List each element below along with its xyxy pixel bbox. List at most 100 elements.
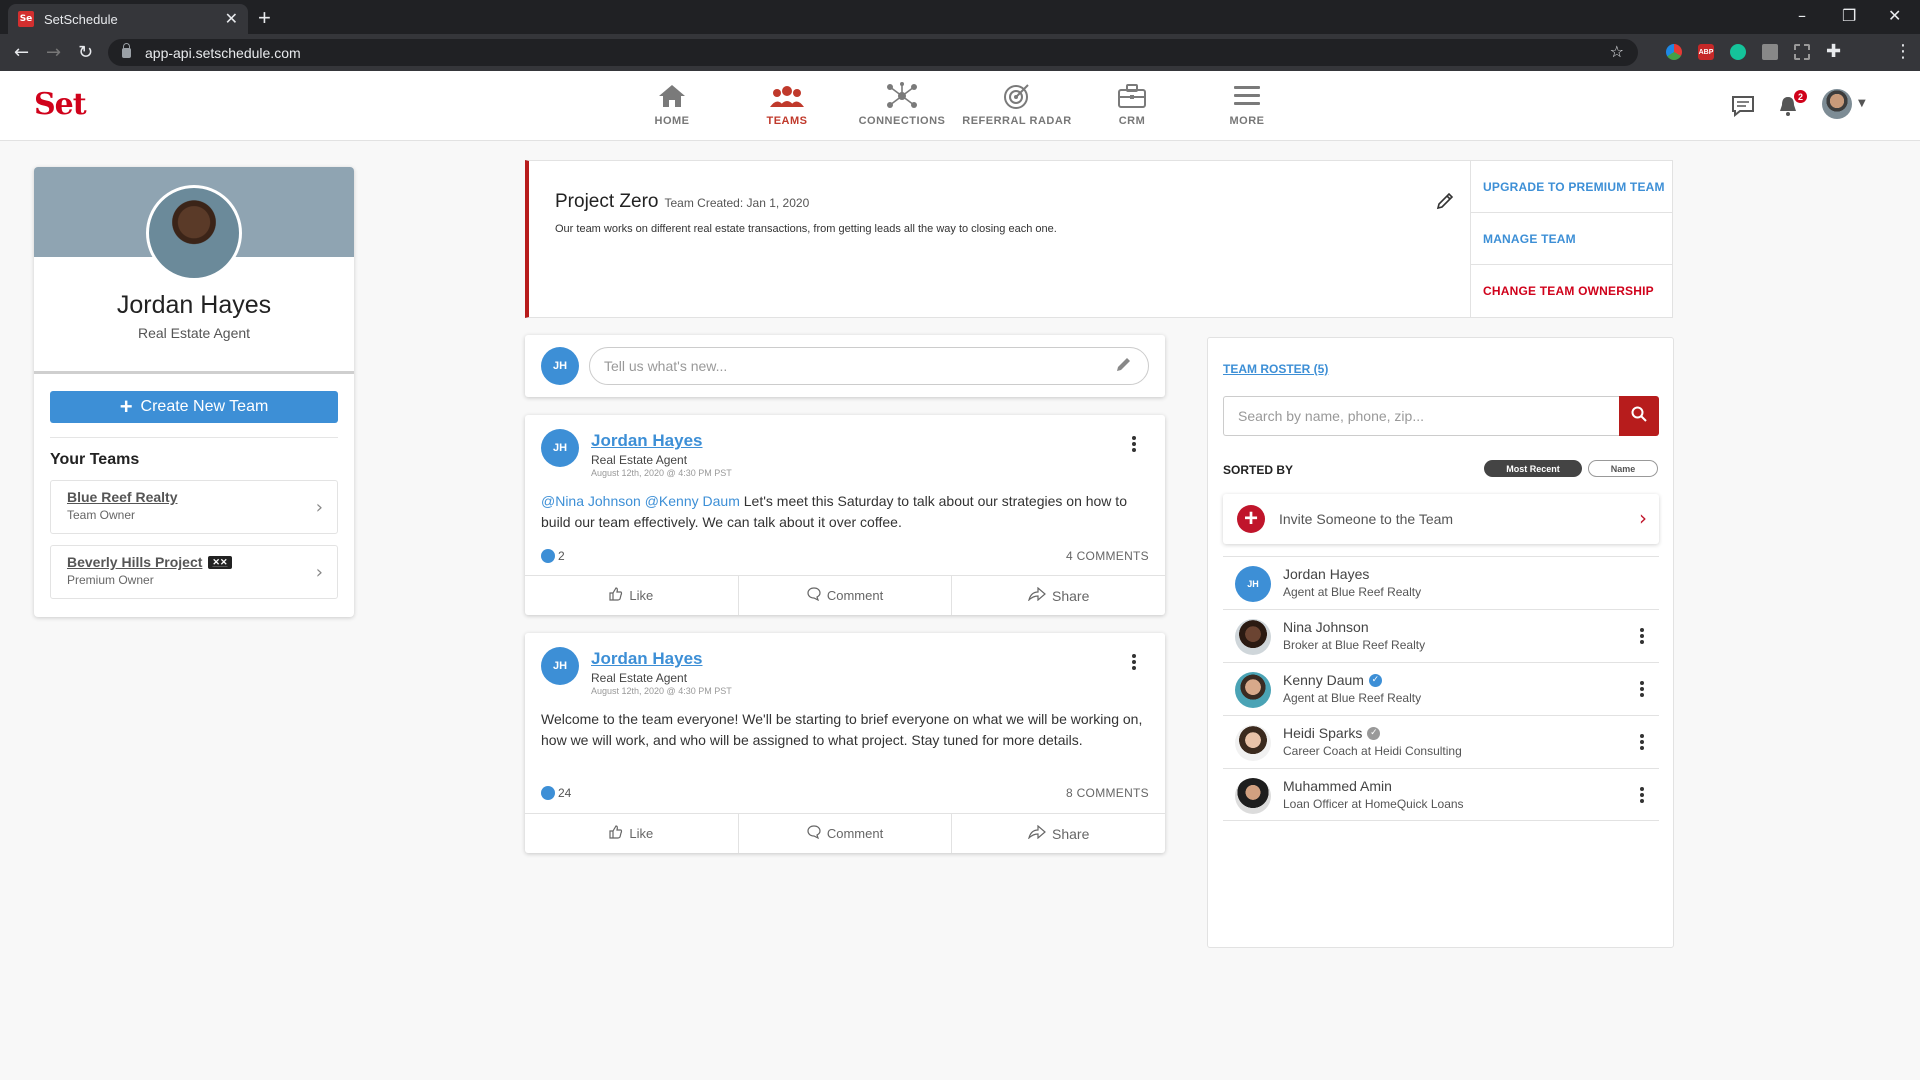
create-new-team-button[interactable]: + Create New Team [50,391,338,423]
team-roster-panel: TEAM ROSTER (5) Search by name, phone, z… [1207,337,1674,948]
extension-generic-icon[interactable] [1762,44,1778,60]
close-tab-icon[interactable]: ✕ [225,9,238,29]
invite-label: Invite Someone to the Team [1279,511,1454,527]
member-name: Kenny Daum [1283,672,1364,688]
extension-chrome-icon[interactable] [1666,44,1682,60]
sort-name-button[interactable]: Name [1588,460,1658,477]
restore-icon[interactable]: ❐ [1842,6,1856,25]
member-subtitle: Agent at Blue Reef Realty [1283,691,1422,705]
like-count-value: 2 [558,549,565,563]
post-composer: JH Tell us what's new... [525,335,1165,397]
team-created-date: Team Created: Jan 1, 2020 [664,196,810,210]
team-item-beverly-hills[interactable]: Beverly Hills Project ✕✕ Premium Owner › [50,545,338,599]
share-arrow-icon [1027,824,1046,842]
sorted-by-label: SORTED BY [1223,463,1294,477]
upgrade-premium-team-link[interactable]: UPGRADE TO PREMIUM TEAM [1471,161,1672,213]
post-author-link[interactable]: Jordan Hayes [591,649,703,669]
roster-member[interactable]: Heidi Sparks ✓ Career Coach at Heidi Cons… [1223,715,1659,768]
nav-teams[interactable]: TEAMS [732,81,842,127]
profile-role: Real Estate Agent [137,325,251,341]
sort-most-recent-button[interactable]: Most Recent [1484,460,1582,477]
browser-menu-icon[interactable]: ⋮ [1894,41,1912,62]
mention-link[interactable]: @Nina Johnson [541,493,641,509]
post-options-icon[interactable] [1131,435,1137,458]
team-roster-title[interactable]: TEAM ROSTER (5) [1223,362,1328,376]
like-button[interactable]: Like [525,576,739,615]
reload-icon[interactable]: ↻ [78,42,93,63]
composer-avatar: JH [541,347,579,385]
user-avatar[interactable] [1822,89,1852,119]
roster-search-button[interactable] [1619,396,1659,436]
like-count[interactable]: 2 [541,549,565,563]
divider [50,437,338,438]
back-icon[interactable]: ← [14,42,29,63]
profile-divider [34,371,354,374]
comment-label: Comment [826,826,884,841]
nav-connections[interactable]: CONNECTIONS [847,81,957,127]
nav-more[interactable]: MORE [1192,81,1302,127]
edit-pencil-icon[interactable] [1435,191,1455,216]
plus-icon: + [119,394,133,419]
minimize-icon[interactable]: – [1798,6,1806,25]
comment-button[interactable]: Comment [739,576,953,615]
comment-button[interactable]: Comment [739,814,953,853]
comment-count-link[interactable]: 8 COMMENTS [1066,786,1149,800]
omnibox[interactable]: app-api.setschedule.com ☆ [108,39,1638,66]
messages-icon[interactable] [1731,95,1755,122]
nav-referral-radar[interactable]: REFERRAL RADAR [962,81,1072,127]
roster-member[interactable]: JH Jordan Hayes Agent at Blue Reef Realt… [1223,556,1659,609]
nav-home-label: HOME [654,115,690,127]
mention-link[interactable]: @Kenny Daum [645,493,740,509]
setschedule-logo[interactable]: Set [34,87,87,122]
post-input[interactable]: Tell us what's new... [589,347,1149,385]
member-options-icon[interactable] [1639,680,1645,703]
team-item-blue-reef[interactable]: Blue Reef Realty Team Owner › [50,480,338,534]
forward-icon[interactable]: → [46,42,61,63]
post-avatar: JH [541,429,579,467]
browser-tab[interactable]: Se SetSchedule ✕ [8,4,248,34]
chevron-right-icon: › [315,497,323,518]
member-options-icon[interactable] [1639,733,1645,756]
chevron-down-icon[interactable]: ▼ [1858,98,1866,109]
team-name: Beverly Hills Project [67,554,203,570]
change-team-ownership-link[interactable]: CHANGE TEAM OWNERSHIP [1471,265,1672,317]
like-button[interactable]: Like [525,814,739,853]
post-options-icon[interactable] [1131,653,1137,676]
share-button[interactable]: Share [952,576,1165,615]
nav-connections-label: CONNECTIONS [858,115,946,127]
comment-bubble-icon [807,825,821,842]
plus-circle-icon: + [1237,505,1265,533]
verified-badge-icon: ✓ [1368,673,1382,687]
share-label: Share [1052,825,1090,842]
thumbs-up-icon [609,825,623,842]
roster-member[interactable]: Muhammed Amin Loan Officer at HomeQuick … [1223,768,1659,821]
member-options-icon[interactable] [1639,786,1645,809]
comment-count-link[interactable]: 4 COMMENTS [1066,549,1149,563]
post-author-link[interactable]: Jordan Hayes [591,431,703,451]
nav-crm[interactable]: CRM [1077,81,1187,127]
post-card: JH Jordan Hayes Real Estate Agent August… [525,633,1165,853]
like-count[interactable]: 24 [541,786,571,800]
extension-adblock-icon[interactable]: ABP [1698,44,1714,60]
roster-search-input[interactable]: Search by name, phone, zip... [1223,396,1619,436]
bookmark-star-icon[interactable]: ☆ [1610,42,1624,61]
close-window-icon[interactable]: ✕ [1888,6,1901,25]
member-options-icon[interactable] [1639,627,1645,650]
roster-member[interactable]: Nina Johnson Broker at Blue Reef Realty [1223,609,1659,662]
like-label: Like [629,826,654,841]
post-author-role: Real Estate Agent [591,453,688,467]
team-name: Blue Reef Realty [67,489,178,505]
member-avatar [1235,619,1271,655]
share-button[interactable]: Share [952,814,1165,853]
notifications-bell-icon[interactable]: 2 [1777,90,1807,122]
extension-grammarly-icon[interactable] [1730,44,1746,60]
new-tab-icon[interactable]: + [258,5,271,31]
extension-capture-icon[interactable] [1794,44,1810,60]
roster-member[interactable]: Kenny Daum ✓ Agent at Blue Reef Realty [1223,662,1659,715]
compose-pencil-icon[interactable] [1115,355,1151,378]
extensions-puzzle-icon[interactable]: ✚ [1826,41,1841,62]
invite-member-button[interactable]: + Invite Someone to the Team › [1223,494,1659,544]
nav-home[interactable]: HOME [617,81,727,127]
manage-team-link[interactable]: MANAGE TEAM [1471,213,1672,265]
member-subtitle: Career Coach at Heidi Consulting [1283,744,1462,758]
